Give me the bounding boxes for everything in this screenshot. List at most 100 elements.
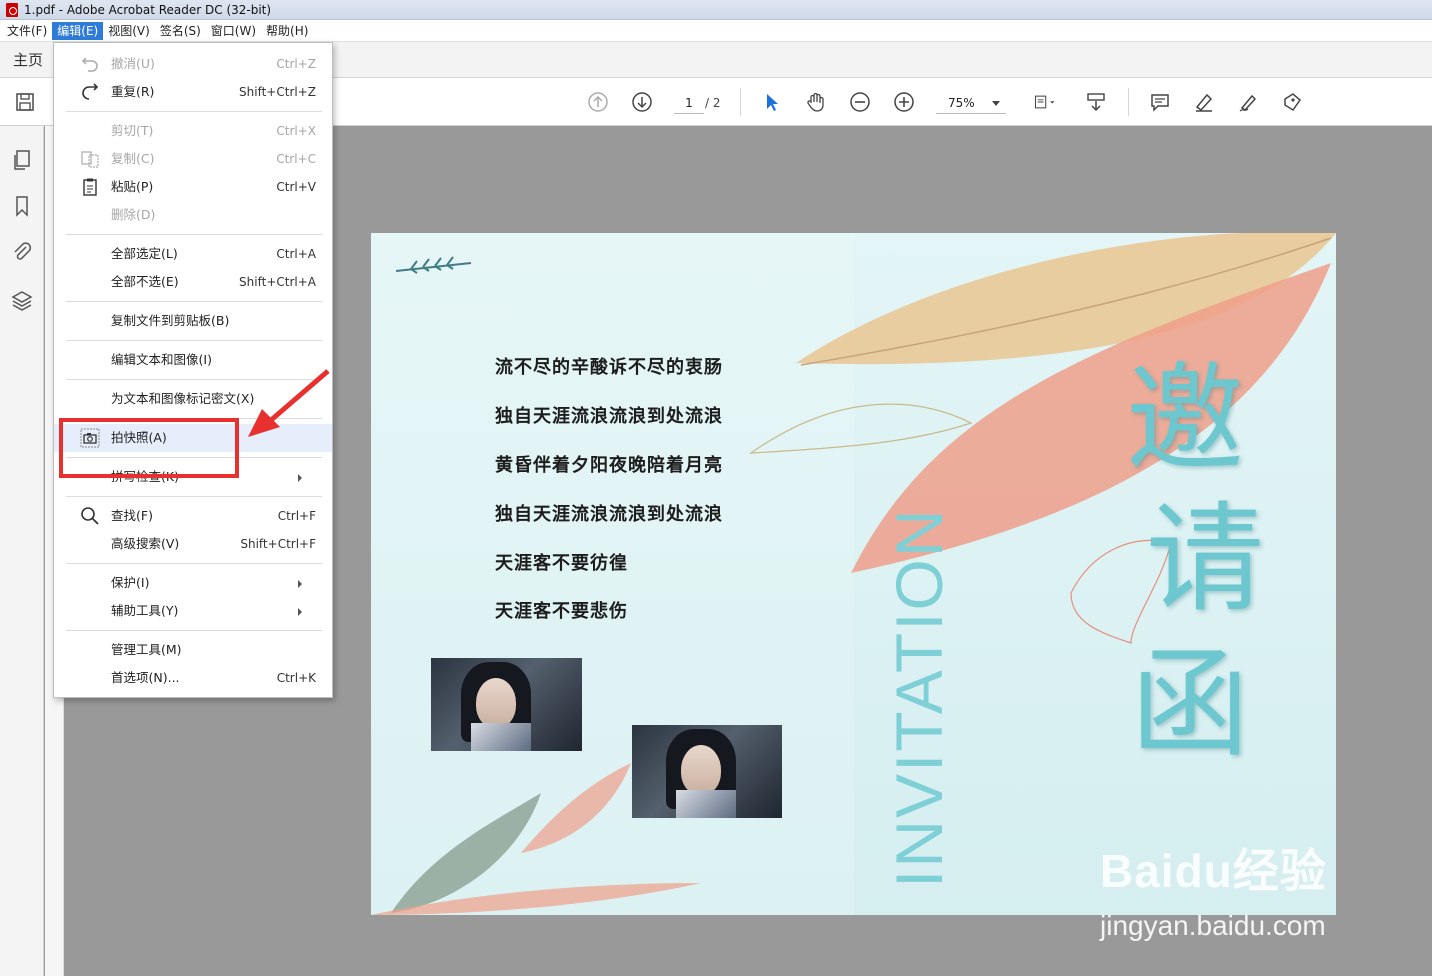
next-page-icon[interactable] <box>630 90 654 114</box>
portrait-photo <box>431 658 582 751</box>
menu-separator <box>66 234 322 235</box>
menu-item-deselect-all[interactable]: 全部不选(E) Shift+Ctrl+A <box>54 268 332 296</box>
toolbar-divider <box>740 88 741 116</box>
menu-item-protection[interactable]: 保护(I) <box>54 569 332 597</box>
menu-label: 全部选定(L) <box>111 246 178 261</box>
menu-label: 粘贴(P) <box>111 179 154 194</box>
menu-item-accessibility[interactable]: 辅助工具(Y) <box>54 597 332 625</box>
watermark-url: jingyan.baidu.com <box>1100 910 1326 941</box>
menu-label: 剪切(T) <box>111 123 154 138</box>
menu-label: 保护(I) <box>111 575 150 590</box>
menu-label: 高级搜索(V) <box>111 536 180 551</box>
menu-shortcut: Ctrl+Z <box>276 57 316 71</box>
menu-label: 管理工具(M) <box>111 642 182 657</box>
zoom-value: 75% <box>948 96 975 110</box>
menu-item-undo[interactable]: 撤消(U) Ctrl+Z <box>54 50 332 78</box>
bookmark-icon[interactable] <box>10 194 34 218</box>
submenu-arrow-icon <box>298 608 302 616</box>
poem-line: 独自天涯流浪流浪到处流浪 <box>495 504 723 525</box>
left-navigation-panel <box>0 126 44 976</box>
fill-sign-icon[interactable] <box>1280 90 1304 114</box>
menu-item-preferences[interactable]: 首选项(N)... Ctrl+K <box>54 664 332 692</box>
tab-home[interactable]: 主页 <box>0 42 56 78</box>
zoom-select[interactable]: 75% <box>936 92 1006 114</box>
menu-edit[interactable]: 编辑(E) <box>52 21 104 40</box>
submenu-arrow-icon <box>298 474 302 482</box>
menu-item-cut[interactable]: 剪切(T) Ctrl+X <box>54 117 332 145</box>
scroll-mode-icon[interactable] <box>1084 90 1108 114</box>
photo-collar <box>471 723 531 751</box>
menu-shortcut: Ctrl+F <box>277 509 316 523</box>
title-char: 函 <box>1131 635 1250 773</box>
menu-label: 为文本和图像标记密文(X) <box>111 391 255 406</box>
menu-item-find[interactable]: 查找(F) Ctrl+F <box>54 502 332 530</box>
poem-line: 流不尽的辛酸诉不尽的衷肠 <box>495 357 723 378</box>
menu-item-select-all[interactable]: 全部选定(L) Ctrl+A <box>54 240 332 268</box>
comment-icon[interactable] <box>1148 90 1172 114</box>
menu-separator <box>66 496 322 497</box>
menu-separator <box>66 301 322 302</box>
menu-item-delete[interactable]: 删除(D) <box>54 201 332 229</box>
menu-shortcut: Shift+Ctrl+F <box>240 537 316 551</box>
portrait-photo <box>632 725 782 818</box>
menu-view[interactable]: 视图(V) <box>103 22 155 40</box>
menu-shortcut: Shift+Ctrl+A <box>239 275 316 289</box>
pdf-app-icon <box>6 2 18 17</box>
poem-line: 天涯客不要悲伤 <box>495 601 628 622</box>
window-title: 1.pdf - Adobe Acrobat Reader DC (32-bit) <box>24 2 272 17</box>
page-total: / 2 <box>705 96 721 110</box>
undo-icon <box>80 54 100 74</box>
menu-shortcut: Ctrl+X <box>276 124 316 138</box>
menu-item-manage-tools[interactable]: 管理工具(M) <box>54 636 332 664</box>
menu-sign[interactable]: 签名(S) <box>155 22 206 40</box>
menu-label: 全部不选(E) <box>111 274 179 289</box>
zoom-out-icon[interactable] <box>848 90 872 114</box>
search-icon <box>80 506 100 526</box>
menu-shortcut: Ctrl+A <box>276 247 316 261</box>
photo-face <box>476 678 516 728</box>
page-thumbnails-icon[interactable] <box>10 148 34 172</box>
zoom-in-icon[interactable] <box>892 90 916 114</box>
menu-label: 重复(R) <box>111 84 155 99</box>
menu-separator <box>66 340 322 341</box>
menu-label: 辅助工具(Y) <box>111 603 179 618</box>
redo-icon <box>80 82 100 102</box>
menu-help[interactable]: 帮助(H) <box>261 22 313 40</box>
chevron-down-icon <box>992 101 1000 106</box>
menu-file[interactable]: 文件(F) <box>2 22 52 40</box>
page-number-input[interactable]: 1 <box>674 92 704 114</box>
menu-separator <box>66 111 322 112</box>
annotation-arrow <box>248 369 330 437</box>
prev-page-icon[interactable] <box>586 90 610 114</box>
menu-item-copy[interactable]: 复制(C) Ctrl+C <box>54 145 332 173</box>
menu-bar: 文件(F) 编辑(E) 视图(V) 签名(S) 窗口(W) 帮助(H) <box>0 20 1432 42</box>
title-bar: 1.pdf - Adobe Acrobat Reader DC (32-bit) <box>0 0 1432 20</box>
menu-separator <box>66 630 322 631</box>
vertical-invitation-text: INVITATION <box>882 507 956 888</box>
layers-icon[interactable] <box>10 288 34 312</box>
menu-label: 查找(F) <box>111 508 153 523</box>
menu-item-copy-file[interactable]: 复制文件到剪贴板(B) <box>54 307 332 335</box>
highlight-pen-icon[interactable] <box>1192 90 1216 114</box>
hand-tool-icon[interactable] <box>804 90 828 114</box>
menu-shortcut: Ctrl+V <box>276 180 316 194</box>
clipboard-icon <box>80 177 100 197</box>
menu-shortcut: Ctrl+C <box>276 152 316 166</box>
sign-pen-icon[interactable] <box>1236 90 1260 114</box>
menu-shortcut: Shift+Ctrl+Z <box>239 85 316 99</box>
menu-item-advanced-search[interactable]: 高级搜索(V) Shift+Ctrl+F <box>54 530 332 558</box>
page-fit-icon[interactable] <box>1028 90 1062 114</box>
attachment-icon[interactable] <box>10 240 34 264</box>
menu-shortcut: Ctrl+K <box>276 671 316 685</box>
photo-collar <box>676 790 736 818</box>
submenu-arrow-icon <box>298 580 302 588</box>
select-cursor-icon[interactable] <box>760 90 784 114</box>
menu-separator <box>66 563 322 564</box>
menu-item-paste[interactable]: 粘贴(P) Ctrl+V <box>54 173 332 201</box>
copy-icon <box>80 149 100 169</box>
menu-window[interactable]: 窗口(W) <box>206 22 261 40</box>
toolbar-divider <box>1128 88 1129 116</box>
menu-item-redo[interactable]: 重复(R) Shift+Ctrl+Z <box>54 78 332 106</box>
poem-line: 天涯客不要彷徨 <box>495 553 628 574</box>
save-icon[interactable] <box>13 90 37 114</box>
